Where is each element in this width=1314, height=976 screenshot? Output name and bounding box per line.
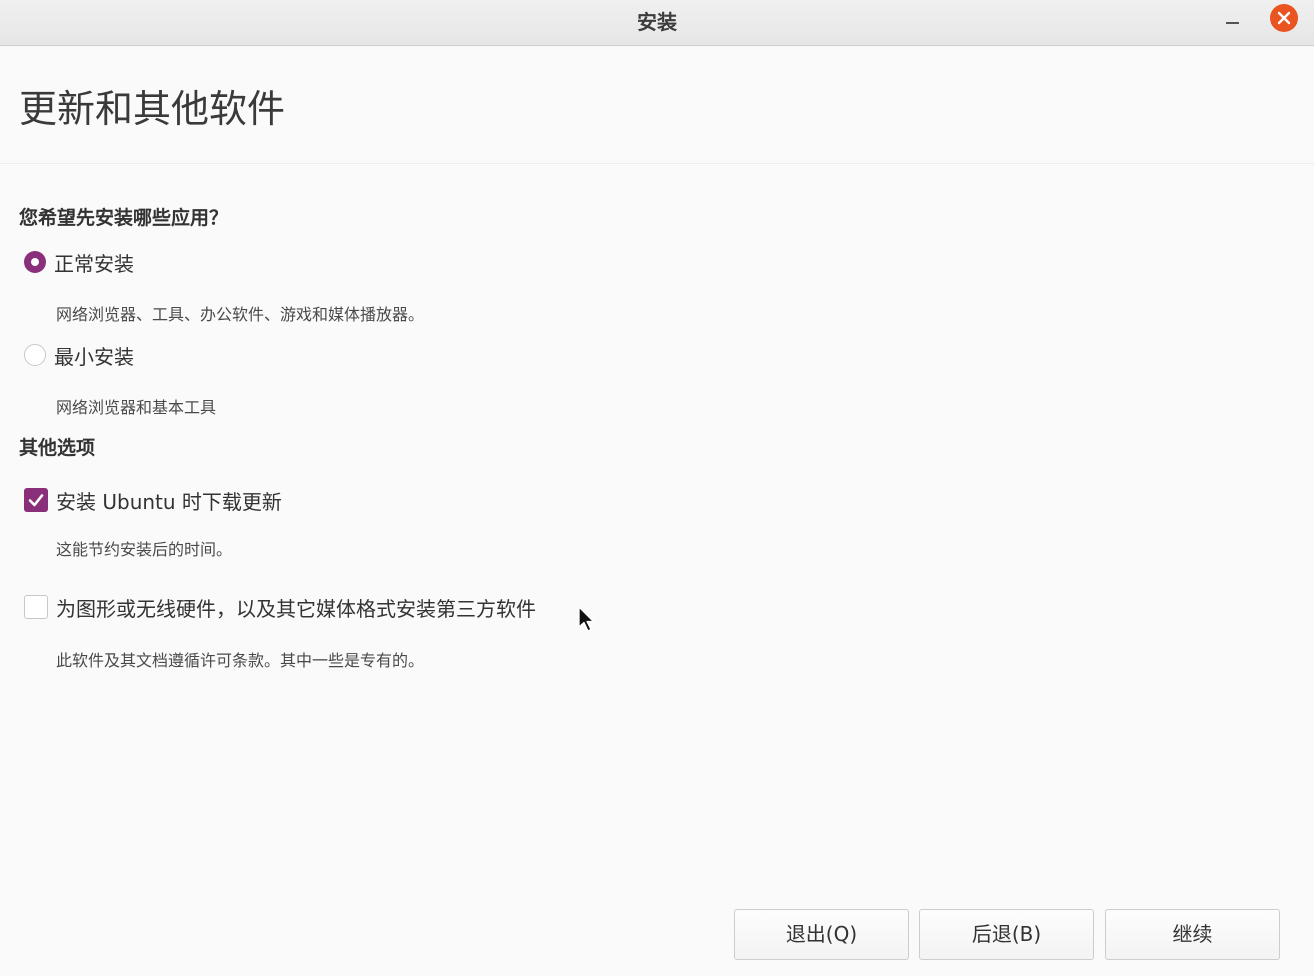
quit-button[interactable]: 退出(Q) (734, 909, 909, 960)
normal-install-label[interactable]: 正常安装 (54, 248, 134, 277)
checkbox-checked-indicator[interactable] (24, 488, 48, 512)
radio-normal-install[interactable]: 正常安装 (24, 248, 134, 276)
checkmark-icon (28, 494, 44, 507)
page-header: 更新和其他软件 (0, 46, 1314, 164)
window-titlebar: 安装 (0, 0, 1314, 46)
close-icon (1277, 11, 1291, 25)
window-title: 安装 (637, 10, 677, 34)
minimize-button[interactable] (1220, 8, 1246, 34)
minimal-install-description: 网络浏览器和基本工具 (56, 398, 217, 417)
third-party-software-description: 此软件及其文档遵循许可条款。其中一些是专有的。 (56, 651, 425, 670)
download-updates-description: 这能节约安装后的时间。 (56, 540, 233, 559)
third-party-software-label[interactable]: 为图形或无线硬件，以及其它媒体格式安装第三方软件 (56, 593, 536, 622)
checkbox-unchecked-indicator[interactable] (24, 595, 48, 619)
continue-button[interactable]: 继续 (1105, 909, 1280, 960)
radio-minimal-install[interactable]: 最小安装 (24, 341, 134, 369)
checkbox-third-party-software[interactable]: 为图形或无线硬件，以及其它媒体格式安装第三方软件 (24, 593, 536, 621)
close-button[interactable] (1270, 4, 1298, 32)
download-updates-label[interactable]: 安装 Ubuntu 时下载更新 (56, 486, 282, 515)
radio-unselected-indicator[interactable] (24, 344, 46, 366)
radio-selected-indicator[interactable] (24, 251, 46, 273)
other-options-heading: 其他选项 (19, 437, 96, 459)
install-type-question: 您希望先安装哪些应用？ (19, 207, 229, 229)
page-title: 更新和其他软件 (19, 87, 286, 131)
back-button[interactable]: 后退(B) (919, 909, 1094, 960)
checkbox-download-updates[interactable]: 安装 Ubuntu 时下载更新 (24, 486, 282, 514)
mouse-pointer-icon (578, 606, 595, 632)
minimal-install-label[interactable]: 最小安装 (54, 341, 134, 370)
normal-install-description: 网络浏览器、工具、办公软件、游戏和媒体播放器。 (56, 305, 425, 324)
